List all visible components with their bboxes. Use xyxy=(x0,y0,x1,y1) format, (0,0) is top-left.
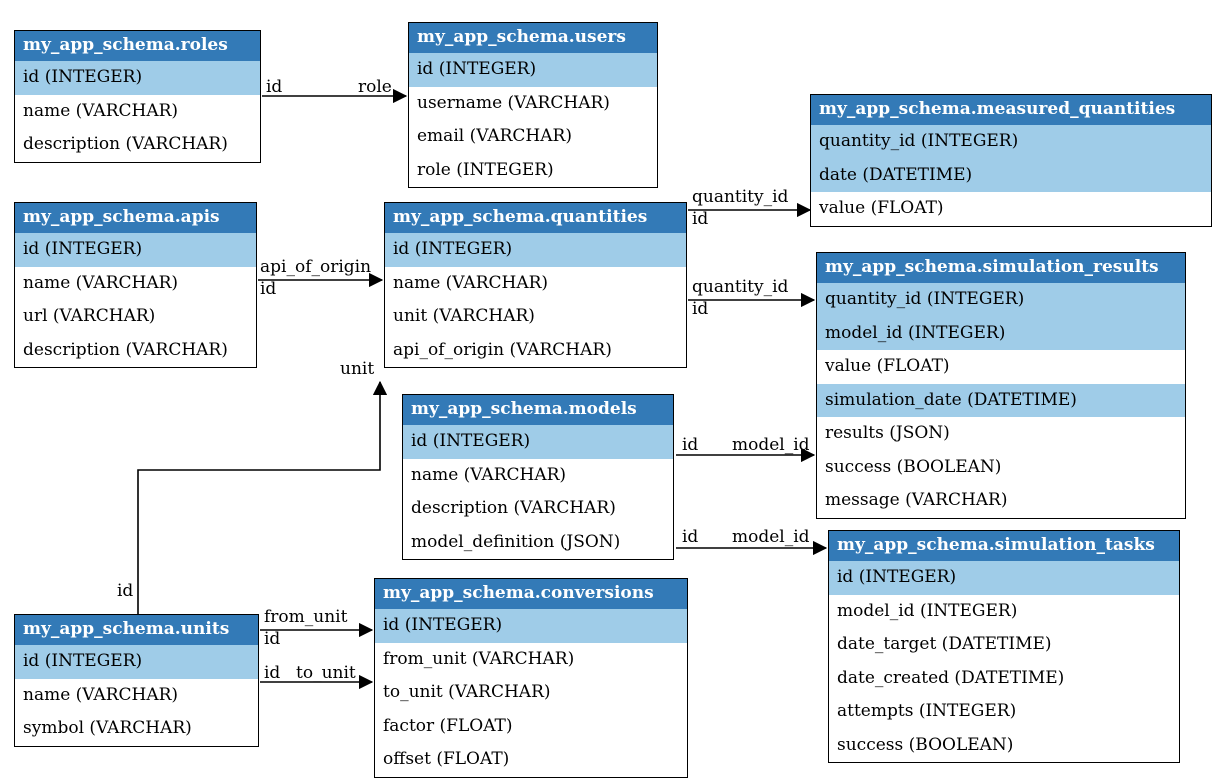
column: name (VARCHAR) xyxy=(15,679,258,713)
column: to_unit (VARCHAR) xyxy=(375,676,687,710)
edge-label: id xyxy=(682,528,698,547)
column: model_id (INTEGER) xyxy=(829,595,1179,629)
column: email (VARCHAR) xyxy=(409,120,657,154)
edge-label: model_id xyxy=(732,528,810,547)
table-header: my_app_schema.models xyxy=(403,395,673,425)
column: simulation_date (DATETIME) xyxy=(817,384,1185,418)
er-diagram-canvas: id role api_of_origin id quantity_id id … xyxy=(0,0,1232,781)
edge-label: role xyxy=(358,78,392,97)
column: description (VARCHAR) xyxy=(403,492,673,526)
column: id (INTEGER) xyxy=(15,233,256,267)
column: name (VARCHAR) xyxy=(403,459,673,493)
column: date_target (DATETIME) xyxy=(829,628,1179,662)
column: attempts (INTEGER) xyxy=(829,695,1179,729)
edge-label: from_unit xyxy=(264,608,347,627)
table-units: my_app_schema.units id (INTEGER) name (V… xyxy=(14,614,259,747)
column: id (INTEGER) xyxy=(15,645,258,679)
table-header: my_app_schema.roles xyxy=(15,31,260,61)
column: id (INTEGER) xyxy=(385,233,686,267)
column: quantity_id (INTEGER) xyxy=(811,125,1211,159)
column: description (VARCHAR) xyxy=(15,334,256,368)
table-header: my_app_schema.measured_quantities xyxy=(811,95,1211,125)
table-header: my_app_schema.users xyxy=(409,23,657,53)
column: offset (FLOAT) xyxy=(375,743,687,777)
table-apis: my_app_schema.apis id (INTEGER) name (VA… xyxy=(14,202,257,368)
edge-label: api_of_origin xyxy=(260,258,371,277)
column: url (VARCHAR) xyxy=(15,300,256,334)
table-users: my_app_schema.users id (INTEGER) usernam… xyxy=(408,22,658,188)
table-quantities: my_app_schema.quantities id (INTEGER) na… xyxy=(384,202,687,368)
column: message (VARCHAR) xyxy=(817,484,1185,518)
table-header: my_app_schema.simulation_results xyxy=(817,253,1185,283)
column: name (VARCHAR) xyxy=(385,267,686,301)
edge-label: id xyxy=(692,300,708,319)
column: name (VARCHAR) xyxy=(15,95,260,129)
edge-units-to-quantities xyxy=(138,382,380,614)
edge-label: id xyxy=(117,582,133,601)
edge-label: id xyxy=(692,210,708,229)
table-simulation-results: my_app_schema.simulation_results quantit… xyxy=(816,252,1186,519)
column: symbol (VARCHAR) xyxy=(15,712,258,746)
edge-label: unit xyxy=(340,360,374,379)
column: success (BOOLEAN) xyxy=(829,729,1179,763)
table-header: my_app_schema.quantities xyxy=(385,203,686,233)
column: date_created (DATETIME) xyxy=(829,662,1179,696)
edge-label: id xyxy=(260,280,276,299)
table-measured-quantities: my_app_schema.measured_quantities quanti… xyxy=(810,94,1212,227)
column: id (INTEGER) xyxy=(403,425,673,459)
column: username (VARCHAR) xyxy=(409,87,657,121)
table-header: my_app_schema.simulation_tasks xyxy=(829,531,1179,561)
column: factor (FLOAT) xyxy=(375,710,687,744)
column: id (INTEGER) xyxy=(375,609,687,643)
column: date (DATETIME) xyxy=(811,159,1211,193)
edge-label: quantity_id xyxy=(692,278,788,297)
table-header: my_app_schema.units xyxy=(15,615,258,645)
edge-label: id xyxy=(264,630,280,649)
column: api_of_origin (VARCHAR) xyxy=(385,334,686,368)
column: id (INTEGER) xyxy=(15,61,260,95)
column: id (INTEGER) xyxy=(829,561,1179,595)
column: success (BOOLEAN) xyxy=(817,451,1185,485)
table-header: my_app_schema.conversions xyxy=(375,579,687,609)
column: model_id (INTEGER) xyxy=(817,317,1185,351)
column: unit (VARCHAR) xyxy=(385,300,686,334)
column: quantity_id (INTEGER) xyxy=(817,283,1185,317)
table-models: my_app_schema.models id (INTEGER) name (… xyxy=(402,394,674,560)
edge-label: id xyxy=(266,78,282,97)
table-conversions: my_app_schema.conversions id (INTEGER) f… xyxy=(374,578,688,778)
column: from_unit (VARCHAR) xyxy=(375,643,687,677)
column: name (VARCHAR) xyxy=(15,267,256,301)
edge-label: id xyxy=(682,436,698,455)
table-header: my_app_schema.apis xyxy=(15,203,256,233)
table-roles: my_app_schema.roles id (INTEGER) name (V… xyxy=(14,30,261,163)
edge-label: model_id xyxy=(732,436,810,455)
column: results (JSON) xyxy=(817,417,1185,451)
column: value (FLOAT) xyxy=(811,192,1211,226)
table-simulation-tasks: my_app_schema.simulation_tasks id (INTEG… xyxy=(828,530,1180,763)
edge-label: quantity_id xyxy=(692,188,788,207)
column: id (INTEGER) xyxy=(409,53,657,87)
column: role (INTEGER) xyxy=(409,154,657,188)
column: description (VARCHAR) xyxy=(15,128,260,162)
column: model_definition (JSON) xyxy=(403,526,673,560)
column: value (FLOAT) xyxy=(817,350,1185,384)
edge-label: id xyxy=(264,664,280,683)
edge-label: to_unit xyxy=(296,664,356,683)
